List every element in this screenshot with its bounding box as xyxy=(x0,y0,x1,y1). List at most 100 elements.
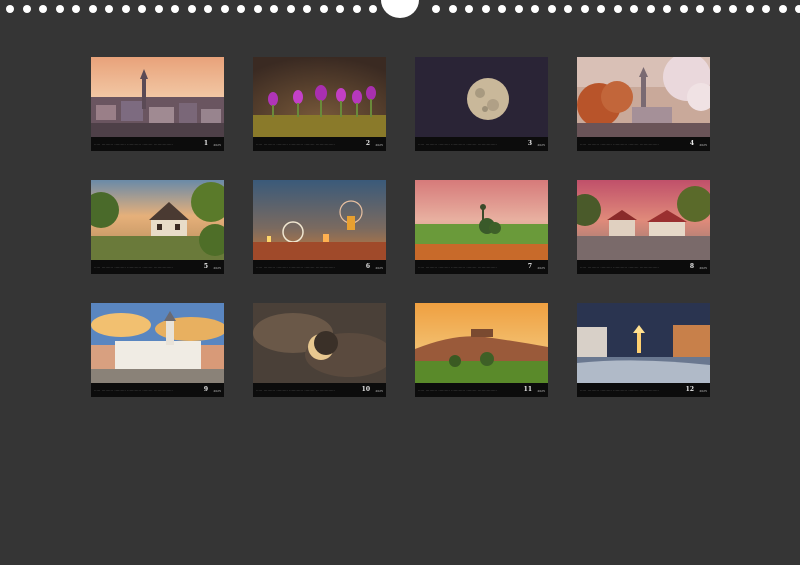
month-photo-7 xyxy=(415,180,548,260)
photo-caption: ..... ......... ......... ........... ..… xyxy=(580,141,659,146)
month-photo-9 xyxy=(91,303,224,383)
photo-caption: ..... ......... ......... ........... ..… xyxy=(94,264,173,269)
spring-blossom-town-image xyxy=(577,57,710,137)
binding-hole xyxy=(630,5,638,13)
binding-hole xyxy=(39,5,47,13)
month-tile-4[interactable]: ..... ......... ......... ........... ..… xyxy=(577,57,710,151)
caption-bar: ..... ......... ......... ........... ..… xyxy=(91,137,224,151)
binding-hole xyxy=(336,5,344,13)
winter-market-square-night-image xyxy=(577,303,710,383)
month-number: 2 xyxy=(365,140,370,147)
funfair-ferris-wheel-night-image xyxy=(253,180,386,260)
binding-hole xyxy=(647,5,655,13)
binding-hole xyxy=(320,5,328,13)
binding-hole xyxy=(680,5,688,13)
month-number: 9 xyxy=(203,386,208,393)
binding-hole xyxy=(746,5,754,13)
month-number: 5 xyxy=(203,263,208,270)
month-tile-11[interactable]: ..... ......... ......... ........... ..… xyxy=(415,303,548,397)
caption-bar: ..... ......... ......... ........... ..… xyxy=(415,137,548,151)
summer-fields-image xyxy=(415,180,548,260)
caption-bar: ..... ......... ......... ........... ..… xyxy=(253,137,386,151)
binding-hole xyxy=(795,5,800,13)
photo-caption: ..... ......... ......... ........... ..… xyxy=(418,141,497,146)
eclipse-clouds-image xyxy=(253,303,386,383)
month-number: 7 xyxy=(527,263,532,270)
month-photo-3 xyxy=(415,57,548,137)
binding-hole xyxy=(237,5,245,13)
binding-hole xyxy=(155,5,163,13)
year-label: 2025 xyxy=(213,266,221,270)
binding-hole xyxy=(303,5,311,13)
month-tile-12[interactable]: ..... ......... ......... ........... ..… xyxy=(577,303,710,397)
month-tile-5[interactable]: ..... ......... ......... ........... ..… xyxy=(91,180,224,274)
month-photo-4 xyxy=(577,57,710,137)
binding-hole xyxy=(23,5,31,13)
month-photo-11 xyxy=(415,303,548,383)
binding-hole xyxy=(531,5,539,13)
photo-caption: ..... ......... ......... ........... ..… xyxy=(418,387,497,392)
binding-hole xyxy=(729,5,737,13)
binding-hole xyxy=(270,5,278,13)
photo-caption: ..... ......... ......... ........... ..… xyxy=(580,387,659,392)
moon-night-sky-image xyxy=(415,57,548,137)
month-photo-2 xyxy=(253,57,386,137)
calendar-hanger-notch xyxy=(381,0,419,18)
year-label: 2025 xyxy=(375,143,383,147)
month-photo-8 xyxy=(577,180,710,260)
year-label: 2025 xyxy=(699,389,707,393)
month-number: 4 xyxy=(689,140,694,147)
year-label: 2025 xyxy=(375,266,383,270)
binding-hole xyxy=(482,5,490,13)
binding-hole xyxy=(122,5,130,13)
caption-bar: ..... ......... ......... ........... ..… xyxy=(415,260,548,274)
month-number: 1 xyxy=(203,140,208,147)
town-rooftops-sunrise-image xyxy=(91,57,224,137)
binding-hole xyxy=(6,5,14,13)
binding-hole xyxy=(204,5,212,13)
binding-hole xyxy=(221,5,229,13)
caption-bar: ..... ......... ......... ........... ..… xyxy=(577,260,710,274)
town-hall-square-image xyxy=(91,303,224,383)
caption-bar: ..... ......... ......... ........... ..… xyxy=(415,383,548,397)
binding-hole xyxy=(762,5,770,13)
month-photo-1 xyxy=(91,57,224,137)
month-tile-7[interactable]: ..... ......... ......... ........... ..… xyxy=(415,180,548,274)
month-tile-2[interactable]: ..... ......... ......... ........... ..… xyxy=(253,57,386,151)
year-label: 2025 xyxy=(375,389,383,393)
binding-hole xyxy=(56,5,64,13)
binding-hole xyxy=(696,5,704,13)
hilltop-castle-autumn-image xyxy=(415,303,548,383)
caption-bar: ..... ......... ......... ........... ..… xyxy=(577,137,710,151)
binding-hole xyxy=(72,5,80,13)
month-tile-8[interactable]: ..... ......... ......... ........... ..… xyxy=(577,180,710,274)
caption-bar: ..... ......... ......... ........... ..… xyxy=(91,260,224,274)
half-timbered-house-image xyxy=(91,180,224,260)
binding-hole xyxy=(353,5,361,13)
year-label: 2025 xyxy=(537,266,545,270)
year-label: 2025 xyxy=(699,266,707,270)
month-photo-12 xyxy=(577,303,710,383)
month-number: 10 xyxy=(361,386,370,393)
month-tile-10[interactable]: ..... ......... ......... ........... ..… xyxy=(253,303,386,397)
month-tile-1[interactable]: ..... ......... ......... ........... ..… xyxy=(91,57,224,151)
caption-bar: ..... ......... ......... ........... ..… xyxy=(253,260,386,274)
binding-hole xyxy=(713,5,721,13)
month-number: 12 xyxy=(685,386,694,393)
binding-hole xyxy=(548,5,556,13)
binding-hole xyxy=(581,5,589,13)
village-street-sunset-image xyxy=(577,180,710,260)
month-tile-3[interactable]: ..... ......... ......... ........... ..… xyxy=(415,57,548,151)
binding-hole xyxy=(449,5,457,13)
caption-bar: ..... ......... ......... ........... ..… xyxy=(253,383,386,397)
month-tile-6[interactable]: ..... ......... ......... ........... ..… xyxy=(253,180,386,274)
binding-hole xyxy=(465,5,473,13)
binding-hole xyxy=(498,5,506,13)
binding-hole xyxy=(614,5,622,13)
year-label: 2025 xyxy=(537,389,545,393)
binding-hole xyxy=(432,5,440,13)
binding-hole xyxy=(564,5,572,13)
month-photo-6 xyxy=(253,180,386,260)
month-number: 11 xyxy=(523,386,532,393)
month-tile-9[interactable]: ..... ......... ......... ........... ..… xyxy=(91,303,224,397)
